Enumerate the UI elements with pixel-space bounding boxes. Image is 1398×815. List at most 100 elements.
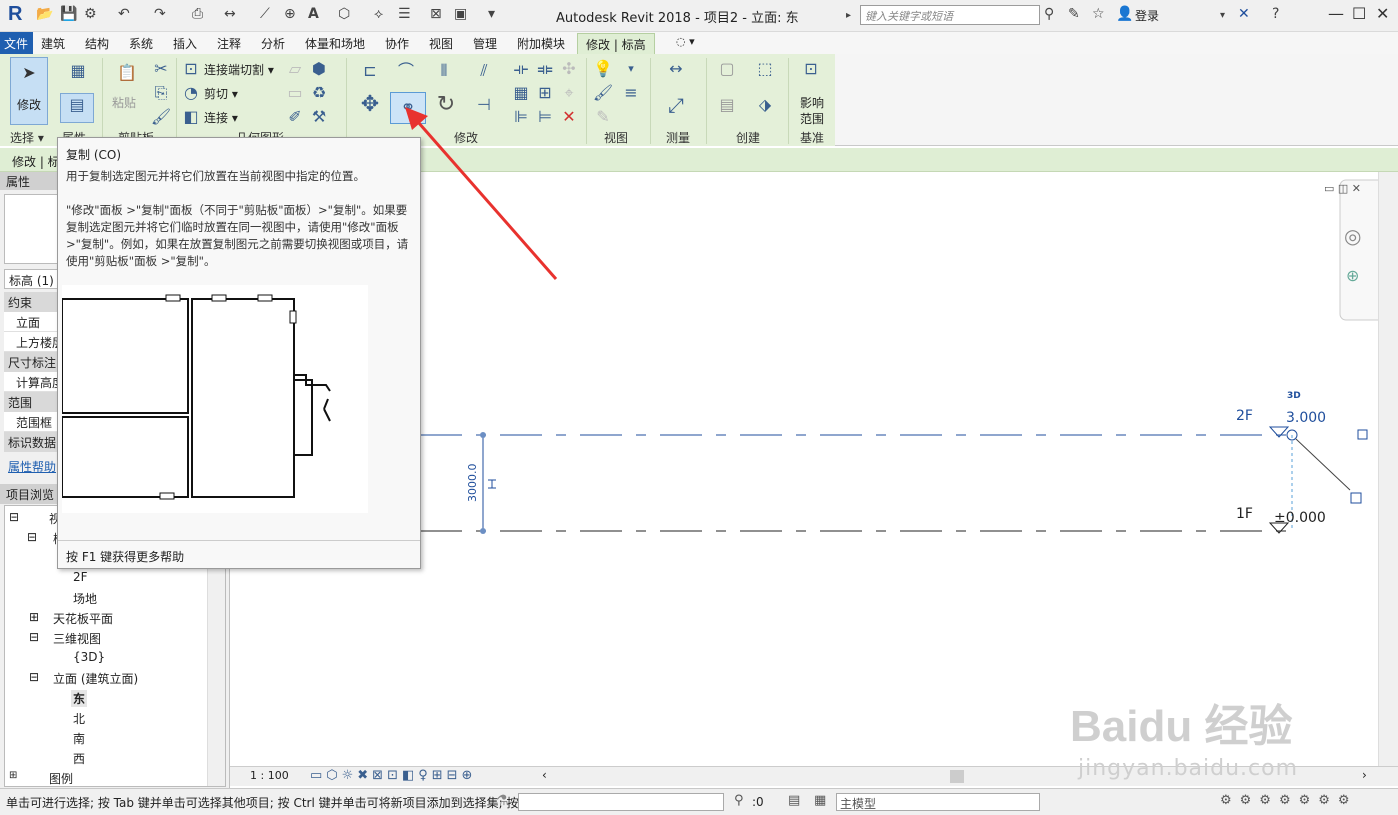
tree-view-site[interactable]: 场地	[73, 590, 97, 607]
level-1f-name[interactable]: 1F	[1236, 506, 1253, 522]
hammer-icon[interactable]: ⚒	[308, 106, 330, 128]
tab-structure[interactable]: 结构	[85, 35, 109, 52]
aligned-dimension-icon[interactable]: ⤢	[656, 94, 696, 116]
dimension-value[interactable]: 3000.0	[466, 464, 479, 503]
switch-windows-icon[interactable]: ▣	[454, 6, 467, 22]
scroll-left-icon[interactable]: ‹	[542, 768, 547, 782]
copy-button[interactable]: ⚭	[390, 92, 426, 124]
scope-box-icon[interactable]: ⊡	[796, 58, 826, 88]
linework-icon[interactable]: ✎	[592, 106, 614, 128]
paint-icon[interactable]: ♻	[308, 82, 330, 104]
offset-icon[interactable]: ⌒	[392, 60, 420, 88]
tree-view-east[interactable]: 东	[71, 690, 88, 707]
tab-massing-site[interactable]: 体量和场地	[305, 35, 365, 52]
tab-annotate[interactable]: 注释	[217, 35, 241, 52]
modify-button[interactable]: ➤ 修改	[10, 57, 48, 125]
level-2f-elevation[interactable]: 3.000	[1286, 410, 1326, 426]
tab-analyze[interactable]: 分析	[261, 35, 285, 52]
cut-scissors-icon[interactable]: ✂	[150, 58, 172, 80]
tree-ceiling-plans[interactable]: 天花板平面	[53, 610, 113, 627]
search-input[interactable]: 键入关键字或短语	[860, 5, 1040, 25]
hide-lightbulb-icon[interactable]: 💡	[592, 58, 614, 80]
tab-systems[interactable]: 系统	[129, 35, 153, 52]
tab-insert[interactable]: 插入	[173, 35, 197, 52]
tab-modify-levels[interactable]: 修改 | 标高	[577, 33, 655, 54]
scale-icon[interactable]: ⊞	[534, 82, 556, 104]
trim-extend-icon[interactable]: ⊣	[470, 94, 498, 122]
array-icon[interactable]: ▦	[510, 82, 532, 104]
filter-icon[interactable]: ⚲	[734, 793, 744, 808]
tree-view-south[interactable]: 南	[73, 730, 85, 747]
split-gap-icon[interactable]: ⟚	[534, 58, 556, 80]
mirror-draw-icon[interactable]: ⫽	[470, 60, 498, 88]
tree-view-3d[interactable]: {3D}	[73, 650, 105, 664]
favorites-star-icon[interactable]: ☆	[1092, 6, 1105, 22]
cut-geometry-icon[interactable]: ◔	[180, 82, 202, 104]
tab-view[interactable]: 视图	[429, 35, 453, 52]
align-icon[interactable]: ⊏	[356, 60, 384, 88]
tag-icon[interactable]: ⊕	[284, 6, 296, 22]
measure-distance-icon[interactable]: ↔	[656, 58, 696, 80]
wall-joins-icon[interactable]: ▱	[284, 58, 306, 80]
3d-extent-label[interactable]: 3D	[1287, 391, 1301, 401]
section-icon[interactable]: ⟡	[374, 6, 383, 22]
close-icon[interactable]: ✕	[1376, 4, 1389, 23]
create-assembly-icon[interactable]: ⬗	[750, 94, 780, 124]
mirror-axis-icon[interactable]: ⫴	[430, 60, 458, 88]
dimension-icon[interactable]: ⟋	[260, 6, 270, 22]
worksets-icon[interactable]: ⚗	[496, 793, 509, 809]
level-2f-name[interactable]: 2F	[1236, 408, 1253, 424]
exchange-apps-icon[interactable]: ✕	[1238, 6, 1250, 22]
line-style-icon[interactable]: ≡	[620, 82, 642, 104]
h-scroll-thumb[interactable]	[950, 770, 964, 783]
thin-lines-icon[interactable]: ☰	[398, 6, 411, 22]
minimize-icon[interactable]: —	[1328, 4, 1344, 23]
create-parts-icon[interactable]: ▤	[712, 94, 742, 124]
properties-icon[interactable]: ▤	[60, 93, 94, 123]
close-hidden-icon[interactable]: ⊠	[430, 6, 442, 22]
move-icon[interactable]: ✥	[356, 94, 384, 122]
extend-icon[interactable]: ⊨	[534, 106, 556, 128]
join-geometry-icon[interactable]: ◧	[180, 106, 202, 128]
split-face-icon[interactable]: ⬢	[308, 58, 330, 80]
toggle-legends-icon[interactable]: ⊞	[9, 770, 17, 781]
maximize-icon[interactable]: ☐	[1352, 4, 1366, 23]
sync-icon[interactable]: ⚙	[84, 6, 97, 22]
steering-wheel-icon[interactable]: ◎	[1344, 224, 1361, 248]
beam-join-icon[interactable]: ▭	[284, 82, 306, 104]
override-brush-icon[interactable]: 🖌	[592, 82, 614, 104]
3d-view-icon[interactable]: ⬡	[338, 6, 350, 22]
cut-label[interactable]: 剪切 ▾	[204, 85, 238, 102]
type-properties-icon[interactable]: ▦	[64, 60, 92, 82]
copy-clipboard-icon[interactable]: ⎘	[150, 82, 172, 104]
redo-icon[interactable]: ↷	[154, 6, 166, 22]
view-dropdown-icon[interactable]: ▾	[620, 58, 642, 80]
tree-elevations[interactable]: 立面 (建筑立面)	[53, 670, 138, 687]
login-link[interactable]: 登录	[1135, 7, 1159, 24]
level-1f-elevation[interactable]: ±0.000	[1274, 510, 1326, 526]
toggle-floor-plans-icon[interactable]: ⊟	[27, 530, 37, 544]
measure-icon[interactable]: ↔	[224, 6, 236, 22]
tree-legends[interactable]: 图例	[49, 770, 73, 787]
open-icon[interactable]: 📂	[36, 6, 53, 22]
select-panel-label[interactable]: 选择 ▾	[10, 129, 44, 146]
scroll-right-icon[interactable]: ›	[1362, 768, 1367, 782]
view-control-icons[interactable]: ▭⬡☼✖⊠⊡◧♀⊞⊟⊕	[310, 768, 476, 783]
delete-icon[interactable]: ✕	[558, 106, 580, 128]
unpin-icon[interactable]: ✣	[558, 58, 580, 80]
subscription-icon[interactable]: ✎	[1068, 6, 1080, 22]
toggle-elevations-icon[interactable]: ⊟	[29, 670, 39, 684]
trim-multiple-icon[interactable]: ⊫	[510, 106, 532, 128]
user-icon[interactable]: 👤	[1116, 6, 1133, 22]
binoculars-icon[interactable]: ⚲	[1044, 6, 1054, 22]
text-tool-icon[interactable]: A	[308, 6, 319, 22]
design-option-combo[interactable]: 主模型	[836, 793, 1040, 811]
tree-3d-views[interactable]: 三维视图	[53, 630, 101, 647]
join-cut-label[interactable]: 连接端切割 ▾	[204, 61, 274, 78]
revit-logo-icon[interactable]: R	[8, 3, 22, 26]
save-icon[interactable]: 💾	[60, 6, 77, 22]
print-icon[interactable]: ⎙	[192, 6, 203, 22]
properties-help-link[interactable]: 属性帮助	[8, 458, 56, 475]
login-dropdown-icon[interactable]: ▾	[1220, 10, 1225, 21]
toggle-views-icon[interactable]: ⊟	[9, 510, 19, 524]
